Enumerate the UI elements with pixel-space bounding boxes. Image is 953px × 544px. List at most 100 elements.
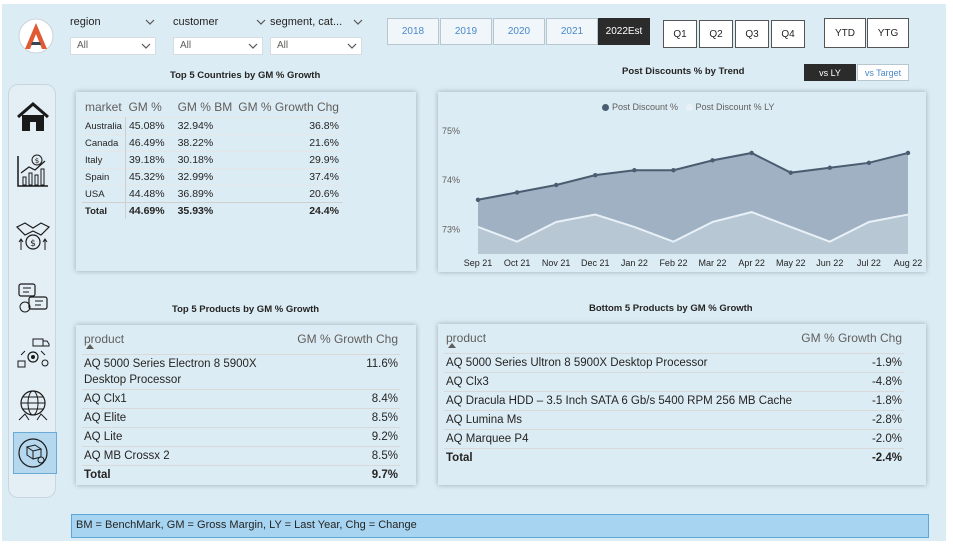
report-canvas: region All customer All segment, cat... … (2, 4, 946, 541)
table-total-row: Total 44.69% 35.93% 24.4% (82, 202, 342, 219)
table-row: AQ Clx3 -4.8% (444, 372, 904, 392)
column-header[interactable]: GM % (125, 96, 167, 118)
table-row: AQ MB Crossx 2 8.5% (82, 446, 400, 466)
column-header[interactable]: GM % BM (168, 96, 236, 118)
bottom-products-card: product GM % Growth Chg AQ 5000 Series U… (438, 324, 926, 485)
data-point (553, 182, 559, 188)
company-logo-icon (18, 18, 54, 54)
vs-ly-toggle[interactable]: vs LY (804, 64, 856, 81)
data-point (514, 190, 520, 195)
top-products-card: product GM % Growth Chg AQ 5000 Series E… (76, 325, 416, 485)
x-tick-label: Jun 22 (816, 258, 843, 268)
sales-icon[interactable]: $ (15, 217, 51, 253)
column-header[interactable]: product (82, 329, 282, 355)
table-total-row: Total -2.4% (444, 448, 904, 467)
x-tick-label: Apr 22 (738, 258, 765, 268)
customer-slicer-label: customer (173, 16, 219, 28)
chevron-down-icon[interactable] (352, 16, 364, 28)
data-point (475, 197, 481, 202)
x-tick-label: Aug 22 (894, 258, 923, 268)
countries-table: market GM % GM % BM GM % Growth Chg Aust… (82, 96, 342, 219)
year-button-2018[interactable]: 2018 (387, 18, 439, 45)
y-tick-label: 73% (442, 224, 460, 234)
ytd-button[interactable]: YTD (824, 18, 866, 48)
trend-chart-card: Post Discount % Post Discount % LY 73% 74… (438, 92, 926, 272)
top-products-title: Top 5 Products by GM % Growth (172, 304, 320, 315)
data-point (632, 168, 637, 173)
year-button-2022est[interactable]: 2022Est (598, 18, 650, 45)
year-button-2020[interactable]: 2020 (493, 18, 545, 45)
table-row: Canada 46.49% 38.22% 21.6% (82, 134, 342, 152)
data-point (788, 170, 793, 175)
chevron-down-icon (141, 43, 151, 49)
table-row: AQ Elite 8.5% (82, 408, 400, 428)
bottom-products-table: product GM % Growth Chg AQ 5000 Series U… (444, 328, 904, 467)
x-tick-label: Jan 22 (621, 258, 648, 268)
x-tick-label: Dec 21 (581, 258, 610, 268)
svg-text:$: $ (35, 157, 39, 165)
x-tick-label: Mar 22 (699, 258, 727, 268)
table-row: AQ 5000 Series Ultron 8 5900X Desktop Pr… (444, 353, 904, 373)
x-tick-label: Sep 21 (464, 258, 493, 268)
svg-text:$: $ (30, 239, 36, 249)
x-tick-label: Oct 21 (504, 258, 531, 268)
table-row: AQ Dracula HDD – 3.5 Inch SATA 6 Gb/s 54… (444, 391, 904, 411)
globe-icon[interactable] (15, 387, 51, 423)
table-row: AQ Clx1 8.4% (82, 389, 400, 409)
y-tick-label: 74% (442, 175, 460, 185)
countries-table-card: market GM % GM % BM GM % Growth Chg Aust… (76, 92, 416, 271)
table-row: USA 44.48% 36.89% 20.6% (82, 185, 342, 203)
y-tick-label: 75% (442, 126, 460, 136)
column-header[interactable]: GM % Growth Chg (282, 329, 400, 355)
region-slicer-label: region (70, 16, 101, 28)
top-products-table: product GM % Growth Chg AQ 5000 Series E… (82, 329, 400, 484)
data-point (671, 168, 676, 173)
glossary-footer: BM = BenchMark, GM = Gross Margin, LY = … (71, 514, 929, 538)
table-row: AQ 5000 Series Electron 8 5900X Desktop … (82, 354, 400, 390)
year-button-2019[interactable]: 2019 (440, 18, 492, 45)
vs-target-toggle[interactable]: vs Target (857, 64, 909, 81)
x-tick-label: May 22 (776, 258, 806, 268)
chevron-down-icon (347, 43, 357, 49)
segment-slicer-value[interactable]: All (270, 37, 362, 55)
region-slicer-value[interactable]: All (70, 37, 156, 55)
year-button-2021[interactable]: 2021 (546, 18, 598, 45)
data-point (710, 158, 715, 163)
chevron-down-icon[interactable] (144, 16, 156, 28)
data-point (905, 150, 911, 156)
table-row: Australia 45.08% 32.94% 36.8% (82, 117, 342, 135)
data-point (866, 160, 872, 166)
column-header[interactable]: product (444, 328, 798, 354)
executive-icon[interactable] (15, 435, 51, 471)
customer-slicer-value[interactable]: All (173, 37, 263, 55)
table-row: AQ Lumina Ms -2.8% (444, 410, 904, 430)
data-point (827, 165, 833, 170)
chevron-down-icon[interactable] (255, 16, 267, 28)
supply-chain-icon[interactable] (15, 335, 51, 371)
side-navigation: $ $ (8, 84, 57, 498)
table-row: Spain 45.32% 32.99% 37.4% (82, 168, 342, 186)
segment-slicer-label: segment, cat... (270, 16, 343, 28)
quarter-button-q3[interactable]: Q3 (735, 20, 769, 48)
countries-title: Top 5 Countries by GM % Growth (170, 70, 321, 81)
home-icon[interactable] (15, 99, 51, 135)
finance-icon[interactable]: $ (15, 153, 51, 189)
table-total-row: Total 9.7% (82, 465, 400, 484)
column-header[interactable]: market (82, 96, 125, 118)
table-row: AQ Lite 9.2% (82, 427, 400, 447)
chevron-down-icon (248, 43, 258, 49)
marketing-icon[interactable] (15, 281, 51, 317)
bottom-products-title: Bottom 5 Products by GM % Growth (589, 303, 753, 314)
x-tick-label: Nov 21 (542, 258, 571, 268)
quarter-button-q1[interactable]: Q1 (663, 20, 697, 48)
quarter-button-q4[interactable]: Q4 (771, 20, 805, 48)
data-point (593, 172, 598, 178)
column-header[interactable]: GM % Growth Chg (798, 328, 904, 354)
trend-chart[interactable]: 73% 74% 75% Sep 21 Oct 21 Nov 21 Dec 21 Jan 22 F… (438, 92, 926, 272)
ytg-button[interactable]: YTG (867, 18, 909, 48)
quarter-button-q2[interactable]: Q2 (699, 20, 733, 48)
column-header[interactable]: GM % Growth Chg (235, 96, 342, 118)
x-tick-label: Jul 22 (857, 258, 881, 268)
table-row: AQ Marquee P4 -2.0% (444, 429, 904, 449)
data-point (749, 150, 754, 156)
